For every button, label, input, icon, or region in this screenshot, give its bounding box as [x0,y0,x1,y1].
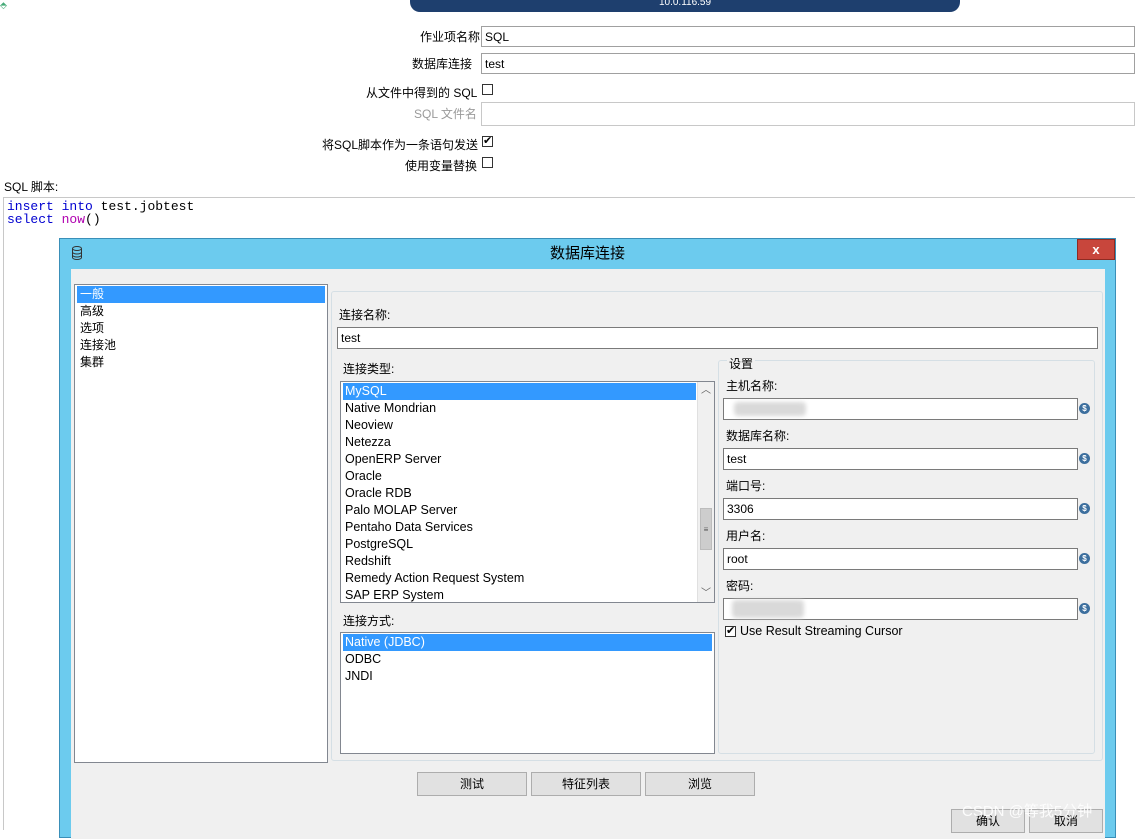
sql-script-label: SQL 脚本: [4,180,59,194]
send-single-statement-checkbox[interactable]: ✔ [482,136,493,147]
streaming-cursor-checkbox[interactable]: ✔ [725,626,736,637]
remote-session-bar: 10.0.116.59 [410,0,960,12]
connection-type-item[interactable]: Native Mondrian [343,400,696,417]
dollar-variable-icon[interactable]: $ [1079,553,1090,564]
access-method-item[interactable]: JNDI [343,668,712,685]
password-label: 密码: [726,579,754,593]
db-name-input[interactable]: test [723,448,1078,470]
scroll-down-icon[interactable]: ﹀ [698,585,714,602]
connection-type-item[interactable]: Remedy Action Request System [343,570,696,587]
dialog-title: 数据库连接 [549,245,625,262]
settings-nav-list: 一般 高级 选项 连接池 集群 [74,284,328,763]
dialog-body: 一般 高级 选项 连接池 集群 连接名称: test 连接类型: MySQL Na… [71,269,1105,839]
sql-text: () [85,212,101,227]
feature-list-button[interactable]: 特征列表 [531,772,641,796]
streaming-cursor-label: Use Result Streaming Cursor [740,624,903,638]
connection-type-item[interactable]: Oracle [343,468,696,485]
nav-item-advanced[interactable]: 高级 [77,303,325,320]
connection-type-item[interactable]: Pentaho Data Services [343,519,696,536]
connection-type-item[interactable]: OpenERP Server [343,451,696,468]
use-variable-substitution-label: 使用变量替换 [405,159,478,173]
connection-type-item[interactable]: Redshift [343,553,696,570]
watermark: CSDN @等我5分钟 [962,803,1093,820]
settings-group-label: 设置 [727,355,756,372]
host-label: 主机名称: [726,379,778,393]
nav-item-clustering[interactable]: 集群 [77,354,325,371]
close-icon: x [1092,242,1100,257]
connection-select[interactable]: test [481,53,1135,74]
connection-type-list[interactable]: MySQL Native Mondrian Neoview Netezza OpenER… [340,381,715,603]
job-name-label: 作业项名称 [420,30,481,44]
connection-type-item[interactable]: Palo MOLAP Server [343,502,696,519]
connection-label: 数据库连接 [412,57,473,71]
access-method-list[interactable]: Native (JDBC) ODBC JNDI [340,632,715,754]
dollar-variable-icon[interactable]: $ [1079,503,1090,514]
test-button[interactable]: 测试 [417,772,527,796]
redacted-password [732,600,804,618]
access-method-item[interactable]: Native (JDBC) [343,634,712,651]
connection-type-item[interactable]: Netezza [343,434,696,451]
nav-item-general[interactable]: 一般 [77,286,325,303]
check-icon: ✔ [483,135,493,147]
connection-type-item[interactable]: Oracle RDB [343,485,696,502]
access-method-item[interactable]: ODBC [343,651,712,668]
sql-from-file-label: 从文件中得到的 SQL [366,86,478,100]
dollar-variable-icon[interactable]: $ [1079,403,1090,414]
connection-type-item[interactable]: PostgreSQL [343,536,696,553]
user-label: 用户名: [726,529,766,543]
explore-button[interactable]: 浏览 [645,772,755,796]
connection-name-input[interactable]: test [337,327,1098,349]
access-method-label: 连接方式: [343,614,395,628]
scroll-up-icon[interactable]: ︿ [698,382,714,399]
send-single-statement-label: 将SQL脚本作为一条语句发送 [322,138,479,152]
connection-type-item[interactable]: SAP ERP System [343,587,696,602]
connection-type-item[interactable]: Neoview [343,417,696,434]
db-name-label: 数据库名称: [726,429,790,443]
sql-from-file-checkbox[interactable] [482,84,493,95]
sql-filename-label: SQL 文件名 [414,107,477,121]
sql-text: test.jobtest [92,199,195,214]
connection-name-label: 连接名称: [339,308,391,322]
database-connection-dialog: 数据库连接 x 一般 高级 选项 连接池 集群 连接名称: test 连接类型:… [59,238,1116,839]
nav-item-pooling[interactable]: 连接池 [77,337,325,354]
connection-type-label: 连接类型: [343,362,395,376]
close-button[interactable]: x [1077,239,1115,260]
dollar-variable-icon[interactable]: $ [1079,603,1090,614]
port-input[interactable]: 3306 [723,498,1078,520]
check-icon: ✔ [726,625,736,637]
dollar-variable-icon[interactable]: $ [1079,453,1090,464]
connection-type-scrollbar[interactable]: ︿ ≡ ﹀ [697,382,714,602]
remote-session-address: 10.0.116.59 [658,0,712,8]
user-input[interactable]: root [723,548,1078,570]
sql-filename-input[interactable] [481,102,1135,126]
general-panel: 连接名称: test 连接类型: MySQL Native Mondrian Neo… [331,291,1103,761]
nav-item-options[interactable]: 选项 [77,320,325,337]
app-icon: ⬘ [0,0,7,10]
job-name-input[interactable]: SQL [481,26,1135,47]
connection-type-item[interactable]: MySQL [343,383,696,400]
use-variable-substitution-checkbox[interactable] [482,157,493,168]
redacted-host [734,402,806,416]
sql-line-2: select now() [7,213,101,226]
scroll-thumb[interactable]: ≡ [700,508,712,550]
sql-keyword: select [7,212,54,227]
port-label: 端口号: [726,479,766,493]
sql-function: now [61,212,86,227]
